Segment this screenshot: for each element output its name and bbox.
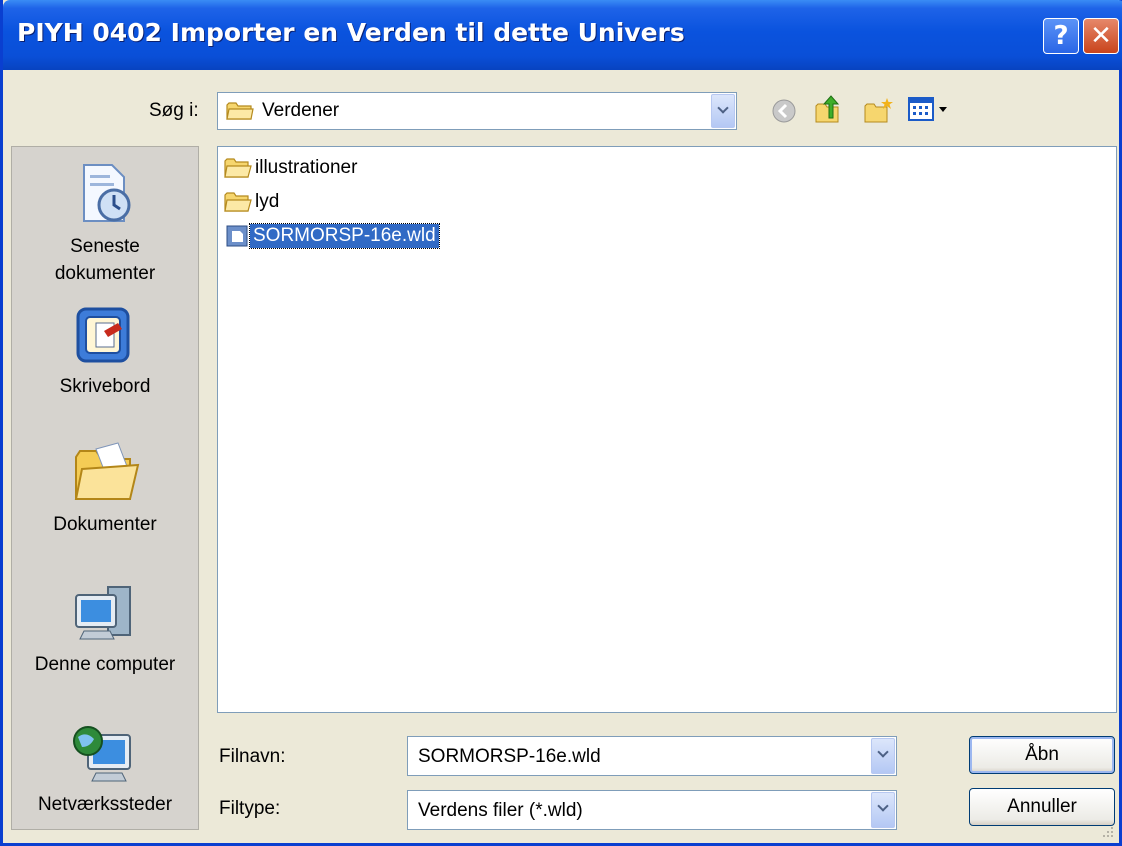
title-bar[interactable]: PIYH 0402 Importer en Verden til dette U… xyxy=(3,0,1122,70)
window-title: PIYH 0402 Importer en Verden til dette U… xyxy=(17,18,685,47)
file-open-dialog: PIYH 0402 Importer en Verden til dette U… xyxy=(0,0,1122,846)
filetype-select[interactable]: Verdens filer (*.wld) xyxy=(407,790,897,830)
lookin-label: Søg i: xyxy=(149,100,199,121)
close-button[interactable]: ✕ xyxy=(1083,18,1119,54)
place-my-documents[interactable]: Dokumenter xyxy=(12,439,198,538)
list-item-file[interactable]: SORMORSP-16e.wld xyxy=(224,223,440,249)
folder-icon xyxy=(226,102,254,120)
list-item-folder[interactable]: illustrationer xyxy=(224,155,360,181)
lookin-combobox[interactable]: Verdener xyxy=(217,92,737,130)
place-network[interactable]: Netværkssteder xyxy=(12,721,198,818)
folder-icon xyxy=(224,158,252,178)
open-button[interactable]: Åbn xyxy=(969,736,1115,774)
place-label-desktop: Skrivebord xyxy=(59,376,151,397)
filename-value: SORMORSP-16e.wld xyxy=(418,746,601,767)
chevron-down-icon[interactable] xyxy=(871,738,895,774)
filetype-value: Verdens filer (*.wld) xyxy=(418,800,583,821)
file-list[interactable]: illustrationer lyd SORMORSP-16e.wld xyxy=(217,146,1117,713)
file-name: lyd xyxy=(255,191,280,212)
up-folder-icon[interactable] xyxy=(813,94,843,126)
chevron-down-icon[interactable] xyxy=(711,94,735,128)
place-recent-line1: Seneste xyxy=(70,236,140,257)
place-recent-documents[interactable]: Seneste dokumenter xyxy=(12,159,198,287)
view-menu-icon[interactable] xyxy=(907,96,953,124)
place-label-my-computer: Denne computer xyxy=(34,654,176,675)
places-bar: Seneste dokumenter Skrivebord Dokumenter xyxy=(11,146,199,830)
back-icon[interactable] xyxy=(771,98,797,124)
help-button[interactable]: ? xyxy=(1043,18,1079,54)
open-button-label: Åbn xyxy=(1025,744,1059,765)
close-icon: ✕ xyxy=(1090,21,1112,51)
folder-icon xyxy=(224,192,252,212)
world-file-icon xyxy=(226,225,248,247)
place-label-network: Netværkssteder xyxy=(37,794,173,815)
desktop-icon xyxy=(76,307,130,363)
place-my-computer[interactable]: Denne computer xyxy=(12,581,198,678)
filetype-label: Filtype: xyxy=(219,798,281,819)
my-computer-icon xyxy=(75,586,131,640)
chevron-down-icon[interactable] xyxy=(871,792,895,828)
filename-field[interactable]: SORMORSP-16e.wld xyxy=(407,736,897,776)
lookin-value: Verdener xyxy=(262,100,340,121)
new-folder-icon[interactable] xyxy=(863,96,895,126)
cancel-button[interactable]: Annuller xyxy=(969,788,1115,826)
filename-label: Filnavn: xyxy=(219,746,286,767)
place-label-my-documents: Dokumenter xyxy=(53,514,157,535)
file-name: illustrationer xyxy=(255,157,358,178)
place-recent-line2: dokumenter xyxy=(54,263,156,284)
place-label-recent: Seneste dokumenter xyxy=(12,233,198,287)
my-documents-icon xyxy=(74,442,140,500)
network-places-icon xyxy=(73,726,131,782)
resize-grip-icon[interactable] xyxy=(1099,823,1115,839)
cancel-button-label: Annuller xyxy=(1007,796,1077,817)
list-item-folder[interactable]: lyd xyxy=(224,189,282,215)
help-icon: ? xyxy=(1053,21,1069,51)
place-desktop[interactable]: Skrivebord xyxy=(12,303,198,400)
recent-documents-icon xyxy=(83,164,131,222)
file-name: SORMORSP-16e.wld xyxy=(249,223,440,249)
